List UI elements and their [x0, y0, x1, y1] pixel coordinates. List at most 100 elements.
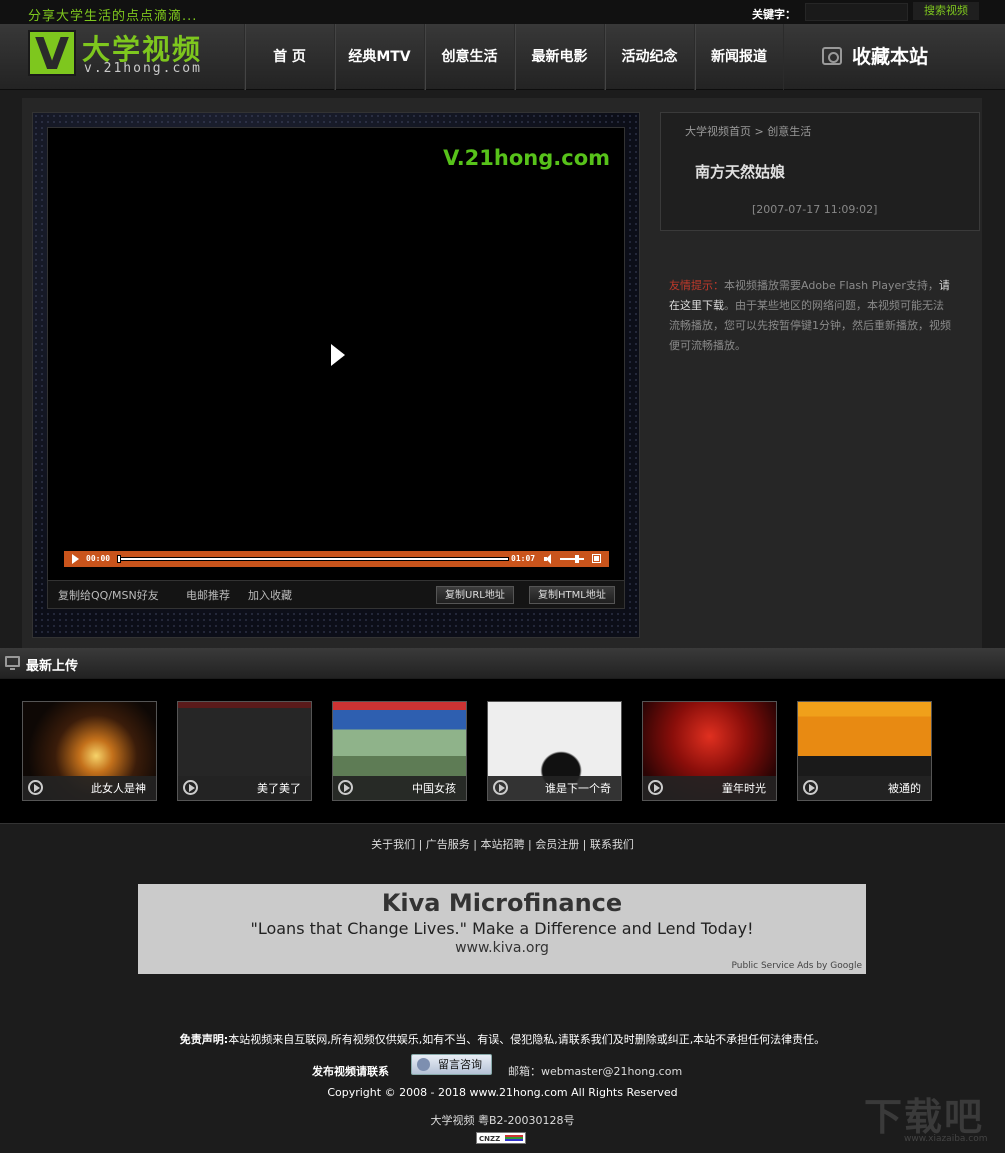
- play-circle-icon: [338, 780, 353, 795]
- ad-tagline: "Loans that Change Lives." Make a Differ…: [250, 919, 754, 938]
- thumbnail-caption: 美了美了: [178, 776, 311, 800]
- video-info-box: 大学视频首页 > 创意生活 南方天然姑娘 [2007-07-17 11:09:0…: [660, 112, 980, 231]
- download-site-watermark: 下载吧 www.xiazaiba.com: [864, 1086, 994, 1146]
- video-thumbnail[interactable]: 谁是下一个奇: [487, 701, 622, 801]
- big-play-icon[interactable]: [331, 344, 345, 366]
- search-video-button[interactable]: 搜索视频: [913, 2, 979, 20]
- video-thumbnail[interactable]: 童年时光: [642, 701, 777, 801]
- publish-label: 发布视频请联系: [312, 1065, 389, 1078]
- top-strip: 分享大学生活的点点滴滴... 关键字： 搜索视频: [0, 0, 1005, 24]
- nav-home[interactable]: 首 页: [244, 24, 334, 90]
- site-header: V 大学视频 v.21hong.com 首 页 经典MTV 创意生活 最新电影 …: [0, 24, 1005, 90]
- thumbnail-caption: 谁是下一个奇: [488, 776, 621, 800]
- thumbnail-label: 美了美了: [257, 782, 301, 795]
- keyword-label: 关键字：: [752, 8, 796, 21]
- nav-movies[interactable]: 最新电影: [514, 24, 604, 90]
- nav-news[interactable]: 新闻报道: [694, 24, 784, 90]
- email-recommend-link[interactable]: 电邮推荐: [186, 587, 230, 603]
- keyword-input[interactable]: [805, 3, 908, 21]
- thumbnail-caption: 童年时光: [643, 776, 776, 800]
- thumbnail-caption: 中国女孩: [333, 776, 466, 800]
- add-favorite-link[interactable]: 加入收藏: [248, 587, 292, 603]
- volume-slider[interactable]: [560, 558, 584, 560]
- thumbnail-label: 被通的: [888, 782, 921, 795]
- share-qq-msn-link[interactable]: 复制给QQ/MSN好友: [58, 587, 159, 603]
- thumbnail-label: 中国女孩: [412, 782, 456, 795]
- video-player-frame: V.21hong.com 00:00 01:07 复制给QQ/MSN好友 电邮推…: [32, 112, 640, 638]
- cnzz-stats-icon: [505, 1135, 523, 1141]
- video-thumbnail[interactable]: 被通的: [797, 701, 932, 801]
- seek-thumb[interactable]: [117, 555, 121, 563]
- thumbnail-caption: 此女人是神: [23, 776, 156, 800]
- latest-uploads-list: 此女人是神 美了美了 中国女孩 谁是下一个奇 童年时光 被通的: [0, 679, 1005, 824]
- publish-contact-row: 发布视频请联系 留言咨询 邮箱：webmaster@21hong.com: [0, 1054, 1005, 1078]
- ad-url: www.kiva.org: [455, 940, 549, 956]
- message-consult-button[interactable]: 留言咨询: [411, 1054, 492, 1075]
- play-circle-icon: [28, 780, 43, 795]
- volume-thumb[interactable]: [575, 555, 580, 563]
- disclaimer: 免责声明:本站视频来自互联网,所有视频仅供娱乐,如有不当、有误、侵犯隐私,请联系…: [0, 1031, 1005, 1047]
- video-thumbnail[interactable]: 中国女孩: [332, 701, 467, 801]
- bookmark-site-button[interactable]: 收藏本站: [822, 42, 928, 69]
- video-title: 南方天然姑娘: [695, 163, 786, 181]
- play-circle-icon: [493, 780, 508, 795]
- play-circle-icon: [183, 780, 198, 795]
- video-thumbnail[interactable]: 此女人是神: [22, 701, 157, 801]
- thumbnail-label: 童年时光: [722, 782, 766, 795]
- current-time: 00:00: [86, 554, 111, 563]
- thumbnail-caption: 被通的: [798, 776, 931, 800]
- ad-title: Kiva Microfinance: [381, 889, 623, 917]
- total-time: 01:07: [511, 554, 536, 563]
- copy-url-button[interactable]: 复制URL地址: [436, 586, 514, 604]
- play-circle-icon: [803, 780, 818, 795]
- nav-events[interactable]: 活动纪念: [604, 24, 694, 90]
- logo-url: v.21hong.com: [84, 61, 202, 76]
- bookmark-icon: [822, 46, 842, 65]
- seek-bar[interactable]: [118, 557, 509, 561]
- nav-mtv[interactable]: 经典MTV: [334, 24, 424, 90]
- contact-email: 邮箱：webmaster@21hong.com: [508, 1065, 683, 1078]
- playback-tip: 友情提示：本视频播放需要Adobe Flash Player支持，请在这里下载。…: [669, 276, 951, 356]
- disclaimer-text: 本站视频来自互联网,所有视频仅供娱乐,如有不当、有误、侵犯隐私,请联系我们及时删…: [228, 1033, 826, 1046]
- site-slogan: 分享大学生活的点点滴滴...: [28, 9, 198, 24]
- video-watermark: V.21hong.com: [443, 146, 610, 170]
- message-consult-label: 留言咨询: [438, 1058, 482, 1071]
- main-content: V.21hong.com 00:00 01:07 复制给QQ/MSN好友 电邮推…: [22, 98, 982, 648]
- ad-attribution[interactable]: Public Service Ads by Google: [731, 961, 862, 971]
- logo-icon[interactable]: V: [28, 30, 76, 78]
- latest-uploads-title: 最新上传: [26, 659, 79, 674]
- watermark-url: www.xiazaiba.com: [904, 1134, 988, 1144]
- player-controls: 00:00 01:07: [64, 551, 609, 567]
- thumbnail-label: 此女人是神: [91, 782, 146, 795]
- main-nav: 首 页 经典MTV 创意生活 最新电影 活动纪念 新闻报道: [244, 24, 784, 90]
- bookmark-label: 收藏本站: [852, 46, 929, 68]
- share-toolbar: 复制给QQ/MSN好友 电邮推荐 加入收藏 复制URL地址 复制HTML地址: [47, 581, 625, 609]
- copyright: Copyright © 2008 - 2018 www.21hong.com A…: [327, 1086, 678, 1099]
- ad-banner[interactable]: Kiva Microfinance "Loans that Change Liv…: [138, 884, 866, 974]
- breadcrumb-category[interactable]: 创意生活: [767, 125, 811, 138]
- footer-links[interactable]: 关于我们 | 广告服务 | 本站招聘 | 会员注册 | 联系我们: [0, 836, 1005, 852]
- watermark-logo-text: 下载吧: [864, 1095, 985, 1139]
- video-thumbnail[interactable]: 美了美了: [177, 701, 312, 801]
- nav-creative-life[interactable]: 创意生活: [424, 24, 514, 90]
- cnzz-badge[interactable]: CNZZ: [476, 1132, 526, 1144]
- video-date: [2007-07-17 11:09:02]: [752, 203, 878, 216]
- tip-label: 友情提示：: [669, 279, 724, 292]
- tip-text-1: 本视频播放需要Adobe Flash Player支持，: [724, 279, 939, 292]
- video-screen[interactable]: V.21hong.com 00:00 01:07: [47, 127, 625, 581]
- breadcrumb-home[interactable]: 大学视频首页: [685, 125, 751, 138]
- user-icon: [417, 1058, 430, 1071]
- icp-number: 大学视频 粤B2-20030128号: [430, 1114, 575, 1127]
- cnzz-label: CNZZ: [479, 1135, 501, 1143]
- disclaimer-label: 免责声明:: [179, 1033, 229, 1046]
- copy-html-button[interactable]: 复制HTML地址: [529, 586, 615, 604]
- latest-uploads-header: 最新上传: [0, 648, 1005, 678]
- breadcrumb: 大学视频首页 > 创意生活: [685, 123, 811, 139]
- monitor-icon: [5, 656, 20, 670]
- fullscreen-icon[interactable]: [592, 554, 601, 563]
- volume-icon[interactable]: [544, 554, 553, 564]
- breadcrumb-separator: >: [754, 125, 764, 138]
- play-circle-icon: [648, 780, 663, 795]
- play-icon[interactable]: [72, 554, 79, 564]
- thumbnail-label: 谁是下一个奇: [545, 782, 611, 795]
